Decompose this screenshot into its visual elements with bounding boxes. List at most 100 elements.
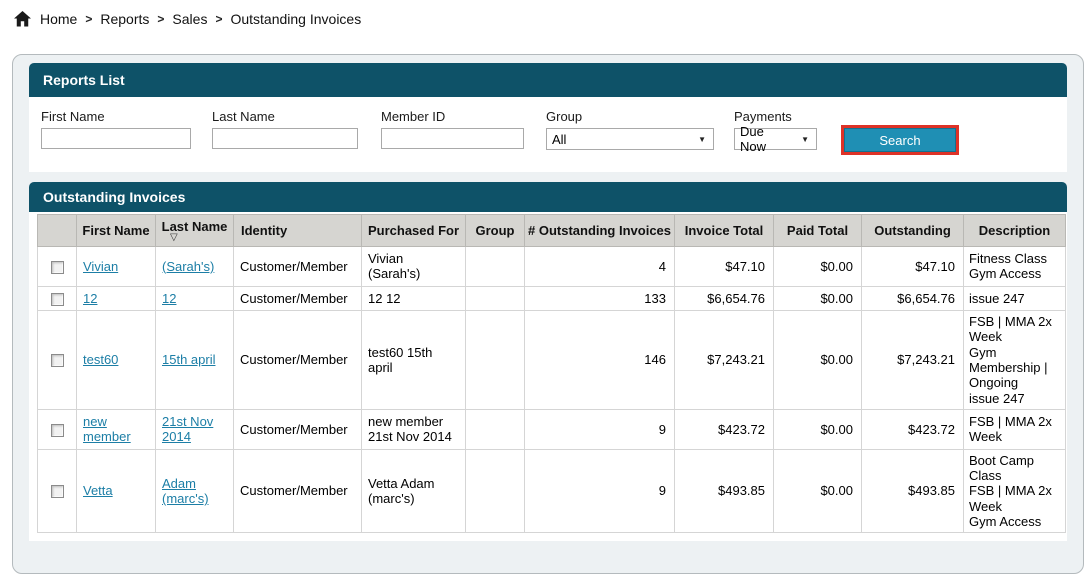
first-name-link[interactable]: Vetta [83, 483, 113, 498]
invoice-total-cell: $493.85 [675, 449, 774, 533]
group-cell [466, 449, 525, 533]
outstanding-invoices-header: Outstanding Invoices [29, 182, 1067, 212]
outstanding-cell: $6,654.76 [862, 286, 964, 310]
num-outstanding-cell: 146 [525, 310, 675, 409]
group-select-value: All [552, 132, 566, 147]
sort-descending-icon[interactable]: ▽ [170, 234, 231, 242]
paid-total-cell: $0.00 [774, 409, 862, 449]
search-button[interactable]: Search [844, 128, 956, 152]
description-cell: FSB | MMA 2x Week Gym Membership | Ongoi… [964, 310, 1066, 409]
table-row: Vetta Adam (marc's) Customer/Member Vett… [38, 449, 1066, 533]
payments-select-value: Due Now [740, 124, 793, 154]
identity-cell: Customer/Member [234, 247, 362, 287]
identity-cell: Customer/Member [234, 449, 362, 533]
last-name-link[interactable]: 15th april [162, 352, 215, 367]
first-name-link[interactable]: 12 [83, 291, 97, 306]
purchased-for-cell: new member 21st Nov 2014 [362, 409, 466, 449]
first-name-label: First Name [41, 109, 191, 124]
num-outstanding-cell: 4 [525, 247, 675, 287]
col-paid-total[interactable]: Paid Total [774, 215, 862, 247]
reports-card: Reports List First Name Last Name Member… [12, 54, 1084, 574]
table-row: test60 15th april Customer/Member test60… [38, 310, 1066, 409]
invoices-table-panel: First Name Last Name ▽ Identity Purchase… [29, 212, 1067, 541]
identity-cell: Customer/Member [234, 286, 362, 310]
invoice-total-cell: $423.72 [675, 409, 774, 449]
table-row: Vivian (Sarah's) Customer/Member Vivian … [38, 247, 1066, 287]
col-invoice-total[interactable]: Invoice Total [675, 215, 774, 247]
chevron-down-icon: ▼ [698, 135, 706, 144]
num-outstanding-cell: 9 [525, 449, 675, 533]
filter-panel: First Name Last Name Member ID Group All… [29, 97, 1067, 172]
outstanding-cell: $7,243.21 [862, 310, 964, 409]
paid-total-cell: $0.00 [774, 449, 862, 533]
group-cell [466, 247, 525, 287]
col-num-outstanding[interactable]: # Outstanding Invoices [525, 215, 675, 247]
group-label: Group [546, 109, 714, 124]
row-checkbox[interactable] [51, 261, 64, 274]
first-name-input[interactable] [41, 128, 191, 149]
select-column-header [38, 215, 77, 247]
breadcrumb-home[interactable]: Home [40, 11, 77, 27]
last-name-link[interactable]: Adam (marc's) [162, 476, 209, 506]
last-name-link[interactable]: 21st Nov 2014 [162, 414, 213, 444]
description-cell: Fitness Class Gym Access [964, 247, 1066, 287]
num-outstanding-cell: 9 [525, 409, 675, 449]
paid-total-cell: $0.00 [774, 310, 862, 409]
breadcrumb-separator: > [157, 12, 164, 26]
first-name-link[interactable]: test60 [83, 352, 118, 367]
breadcrumb-sales[interactable]: Sales [172, 11, 207, 27]
table-header-row: First Name Last Name ▽ Identity Purchase… [38, 215, 1066, 247]
col-description[interactable]: Description [964, 215, 1066, 247]
breadcrumb: Home > Reports > Sales > Outstanding Inv… [14, 11, 361, 27]
member-id-input[interactable] [381, 128, 524, 149]
outstanding-cell: $47.10 [862, 247, 964, 287]
row-checkbox[interactable] [51, 424, 64, 437]
identity-cell: Customer/Member [234, 409, 362, 449]
col-outstanding[interactable]: Outstanding [862, 215, 964, 247]
last-name-input[interactable] [212, 128, 358, 149]
row-checkbox[interactable] [51, 354, 64, 367]
col-group[interactable]: Group [466, 215, 525, 247]
table-row: new member 21st Nov 2014 Customer/Member… [38, 409, 1066, 449]
num-outstanding-cell: 133 [525, 286, 675, 310]
last-name-link[interactable]: 12 [162, 291, 176, 306]
breadcrumb-current-page: Outstanding Invoices [230, 11, 361, 27]
group-select[interactable]: All ▼ [546, 128, 714, 150]
row-checkbox[interactable] [51, 485, 64, 498]
invoice-total-cell: $47.10 [675, 247, 774, 287]
last-name-link[interactable]: (Sarah's) [162, 259, 214, 274]
member-id-label: Member ID [381, 109, 524, 124]
reports-list-header: Reports List [29, 63, 1067, 97]
col-identity[interactable]: Identity [234, 215, 362, 247]
col-first-name[interactable]: First Name [77, 215, 156, 247]
row-checkbox[interactable] [51, 293, 64, 306]
description-cell: Boot Camp Class FSB | MMA 2x Week Gym Ac… [964, 449, 1066, 533]
breadcrumb-separator: > [215, 12, 222, 26]
breadcrumb-reports[interactable]: Reports [100, 11, 149, 27]
last-name-label: Last Name [212, 109, 358, 124]
outstanding-cell: $493.85 [862, 449, 964, 533]
group-cell [466, 409, 525, 449]
group-cell [466, 310, 525, 409]
purchased-for-cell: Vivian (Sarah's) [362, 247, 466, 287]
invoice-total-cell: $7,243.21 [675, 310, 774, 409]
purchased-for-cell: Vetta Adam (marc's) [362, 449, 466, 533]
col-purchased-for[interactable]: Purchased For [362, 215, 466, 247]
invoices-table: First Name Last Name ▽ Identity Purchase… [37, 214, 1066, 533]
payments-select[interactable]: Due Now ▼ [734, 128, 817, 150]
first-name-link[interactable]: Vivian [83, 259, 118, 274]
payments-label: Payments [734, 109, 817, 124]
first-name-link[interactable]: new member [83, 414, 131, 444]
chevron-down-icon: ▼ [801, 135, 809, 144]
paid-total-cell: $0.00 [774, 286, 862, 310]
purchased-for-cell: test60 15th april [362, 310, 466, 409]
invoice-total-cell: $6,654.76 [675, 286, 774, 310]
description-cell: FSB | MMA 2x Week [964, 409, 1066, 449]
breadcrumb-separator: > [85, 12, 92, 26]
group-cell [466, 286, 525, 310]
purchased-for-cell: 12 12 [362, 286, 466, 310]
search-button-highlight: Search [841, 125, 959, 155]
home-icon[interactable] [14, 11, 31, 27]
table-row: 12 12 Customer/Member 12 12 133 $6,654.7… [38, 286, 1066, 310]
col-last-name[interactable]: Last Name ▽ [156, 215, 234, 247]
